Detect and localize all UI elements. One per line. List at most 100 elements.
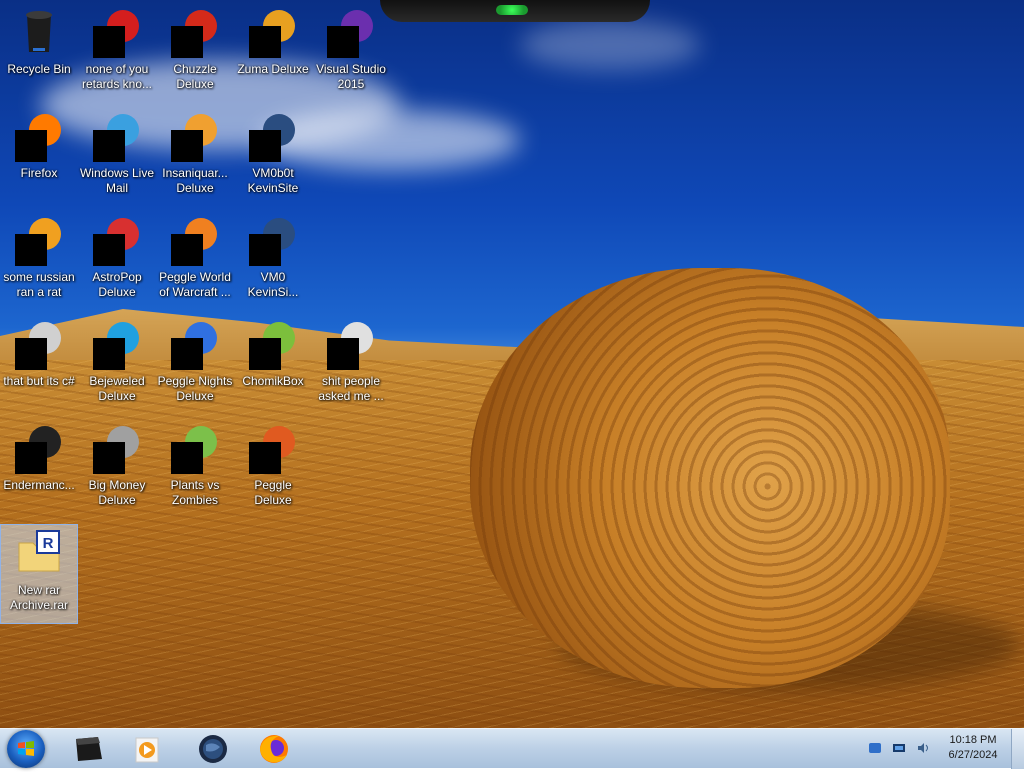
icon-label: VM0b0t KevinSite xyxy=(247,166,299,195)
redaction-box xyxy=(15,234,47,266)
icon-label: Peggle Nights Deluxe xyxy=(157,374,233,403)
desktop-icon-vm0-kevinsi[interactable]: VM0 KevinSi... xyxy=(234,212,312,312)
redaction-box xyxy=(171,130,203,162)
svg-text:R: R xyxy=(43,535,54,552)
icon-label: some russian ran a rat xyxy=(3,270,75,299)
cloud xyxy=(520,20,700,70)
icon-label: Windows Live Mail xyxy=(79,166,155,195)
clock-date: 6/27/2024 xyxy=(948,749,998,761)
bejeweled-icon xyxy=(93,320,141,370)
redaction-box xyxy=(171,234,203,266)
desktop-icon-shit-people[interactable]: shit people asked me ... xyxy=(312,316,390,416)
redaction-box xyxy=(171,338,203,370)
redaction-box xyxy=(171,26,203,58)
taskbar-firefox[interactable] xyxy=(249,731,299,767)
taskbar-media-player[interactable] xyxy=(122,731,172,767)
icon-label: Endermanc... xyxy=(3,478,75,492)
system-clock[interactable]: 10:18 PM 6/27/2024 xyxy=(937,733,1009,763)
desktop-icon-windows-live-mail[interactable]: Windows Live Mail xyxy=(78,108,156,208)
redaction-box xyxy=(249,26,281,58)
desktop-icon-chuzzle[interactable]: Chuzzle Deluxe xyxy=(156,4,234,104)
chomikbox-icon xyxy=(249,320,297,370)
desktop-icon-astropop[interactable]: AstroPop Deluxe xyxy=(78,212,156,312)
firefox-icon xyxy=(260,735,288,763)
icon-label: Firefox xyxy=(20,166,58,180)
redaction-box xyxy=(249,130,281,162)
shortcut-icon xyxy=(15,424,63,474)
hay-bale xyxy=(470,268,950,688)
website-icon xyxy=(249,112,297,162)
icon-label: Big Money Deluxe xyxy=(88,478,146,507)
icon-label: Recycle Bin xyxy=(7,62,71,76)
desktop-icon-insaniquarium[interactable]: Insaniquar... Deluxe xyxy=(156,108,234,208)
icon-label: Zuma Deluxe xyxy=(237,62,309,76)
red-app-icon xyxy=(93,8,141,58)
redaction-box xyxy=(93,26,125,58)
icon-label: ChomikBox xyxy=(242,374,304,388)
redaction-box xyxy=(249,442,281,474)
desktop-icon-bejeweled[interactable]: Bejeweled Deluxe xyxy=(78,316,156,416)
redaction-box xyxy=(15,442,47,474)
icon-label: Chuzzle Deluxe xyxy=(173,62,217,91)
desktop-icon-new-rar[interactable]: R New rar Archive.rar xyxy=(0,524,78,624)
icon-label: Visual Studio 2015 xyxy=(316,62,386,91)
redaction-box xyxy=(15,338,47,370)
desktop-icon-visual-studio[interactable]: Visual Studio 2015 xyxy=(312,4,390,104)
peggle-wow-icon xyxy=(171,216,219,266)
desktop-icon-chomikbox[interactable]: ChomikBox xyxy=(234,316,312,416)
redaction-box xyxy=(93,338,125,370)
desktop-icon-peggle-nights[interactable]: Peggle Nights Deluxe xyxy=(156,316,234,416)
plants-vs-zombies-icon xyxy=(171,424,219,474)
desktop-icon-zuma[interactable]: Zuma Deluxe xyxy=(234,4,312,104)
desktop-icon-firefox[interactable]: Firefox xyxy=(0,108,78,208)
peggle-icon xyxy=(249,424,297,474)
tray-app-icon[interactable] xyxy=(868,741,882,755)
redaction-box xyxy=(93,130,125,162)
clock-time: 10:18 PM xyxy=(949,734,997,746)
taskbar-globe[interactable] xyxy=(188,731,238,767)
network-icon[interactable] xyxy=(892,741,906,755)
desktop-icon-some-russian[interactable]: some russian ran a rat xyxy=(0,212,78,312)
desktop-icon-peggle-deluxe[interactable]: Peggle Deluxe xyxy=(234,420,312,520)
icon-label: Peggle Deluxe xyxy=(254,478,292,507)
peggle-nights-icon xyxy=(171,320,219,370)
recycle-bin-icon xyxy=(15,8,63,56)
desktop-icon-endermanch[interactable]: Endermanc... xyxy=(0,420,78,520)
zuma-icon xyxy=(249,8,297,58)
start-button[interactable] xyxy=(7,730,45,768)
icon-label: that but its c# xyxy=(3,374,75,388)
redaction-box xyxy=(249,338,281,370)
firefox-icon xyxy=(15,112,63,162)
desktop-icon-recycle-bin[interactable]: Recycle Bin xyxy=(0,4,78,104)
redaction-box xyxy=(15,130,47,162)
big-money-icon xyxy=(93,424,141,474)
redaction-box xyxy=(93,442,125,474)
redaction-box xyxy=(327,26,359,58)
copy-icon xyxy=(15,320,63,370)
terminal-icon xyxy=(76,737,102,761)
astropop-icon xyxy=(93,216,141,266)
icon-label: New rar Archive.rar xyxy=(9,583,68,612)
icon-label: Peggle World of Warcraft ... xyxy=(159,270,231,299)
desktop-icon-big-money[interactable]: Big Money Deluxe xyxy=(78,420,156,520)
mail-icon xyxy=(93,112,141,162)
icon-label: AstroPop Deluxe xyxy=(92,270,142,299)
taskbar: 10:18 PM 6/27/2024 xyxy=(0,728,1024,769)
taskbar-terminal[interactable] xyxy=(64,731,114,767)
desktop-icon-peggle-wow[interactable]: Peggle World of Warcraft ... xyxy=(156,212,234,312)
jar-file-icon xyxy=(15,216,63,266)
desktop-icon-pvz[interactable]: Plants vs Zombies xyxy=(156,420,234,520)
desktop-icon-none-of-you[interactable]: none of you retards kno... xyxy=(78,4,156,104)
redaction-box xyxy=(327,338,359,370)
show-desktop-button[interactable] xyxy=(1011,729,1024,769)
desktop-icon-that-but-c[interactable]: that but its c# xyxy=(0,316,78,416)
icon-label: shit people asked me ... xyxy=(318,374,384,403)
globe-icon xyxy=(199,735,227,763)
website-icon xyxy=(249,216,297,266)
redaction-box xyxy=(249,234,281,266)
desktop-icon-vm0b0t[interactable]: VM0b0t KevinSite xyxy=(234,108,312,208)
redaction-box xyxy=(171,442,203,474)
volume-icon[interactable] xyxy=(916,741,930,755)
redaction-box xyxy=(93,234,125,266)
chuzzle-icon xyxy=(171,8,219,58)
